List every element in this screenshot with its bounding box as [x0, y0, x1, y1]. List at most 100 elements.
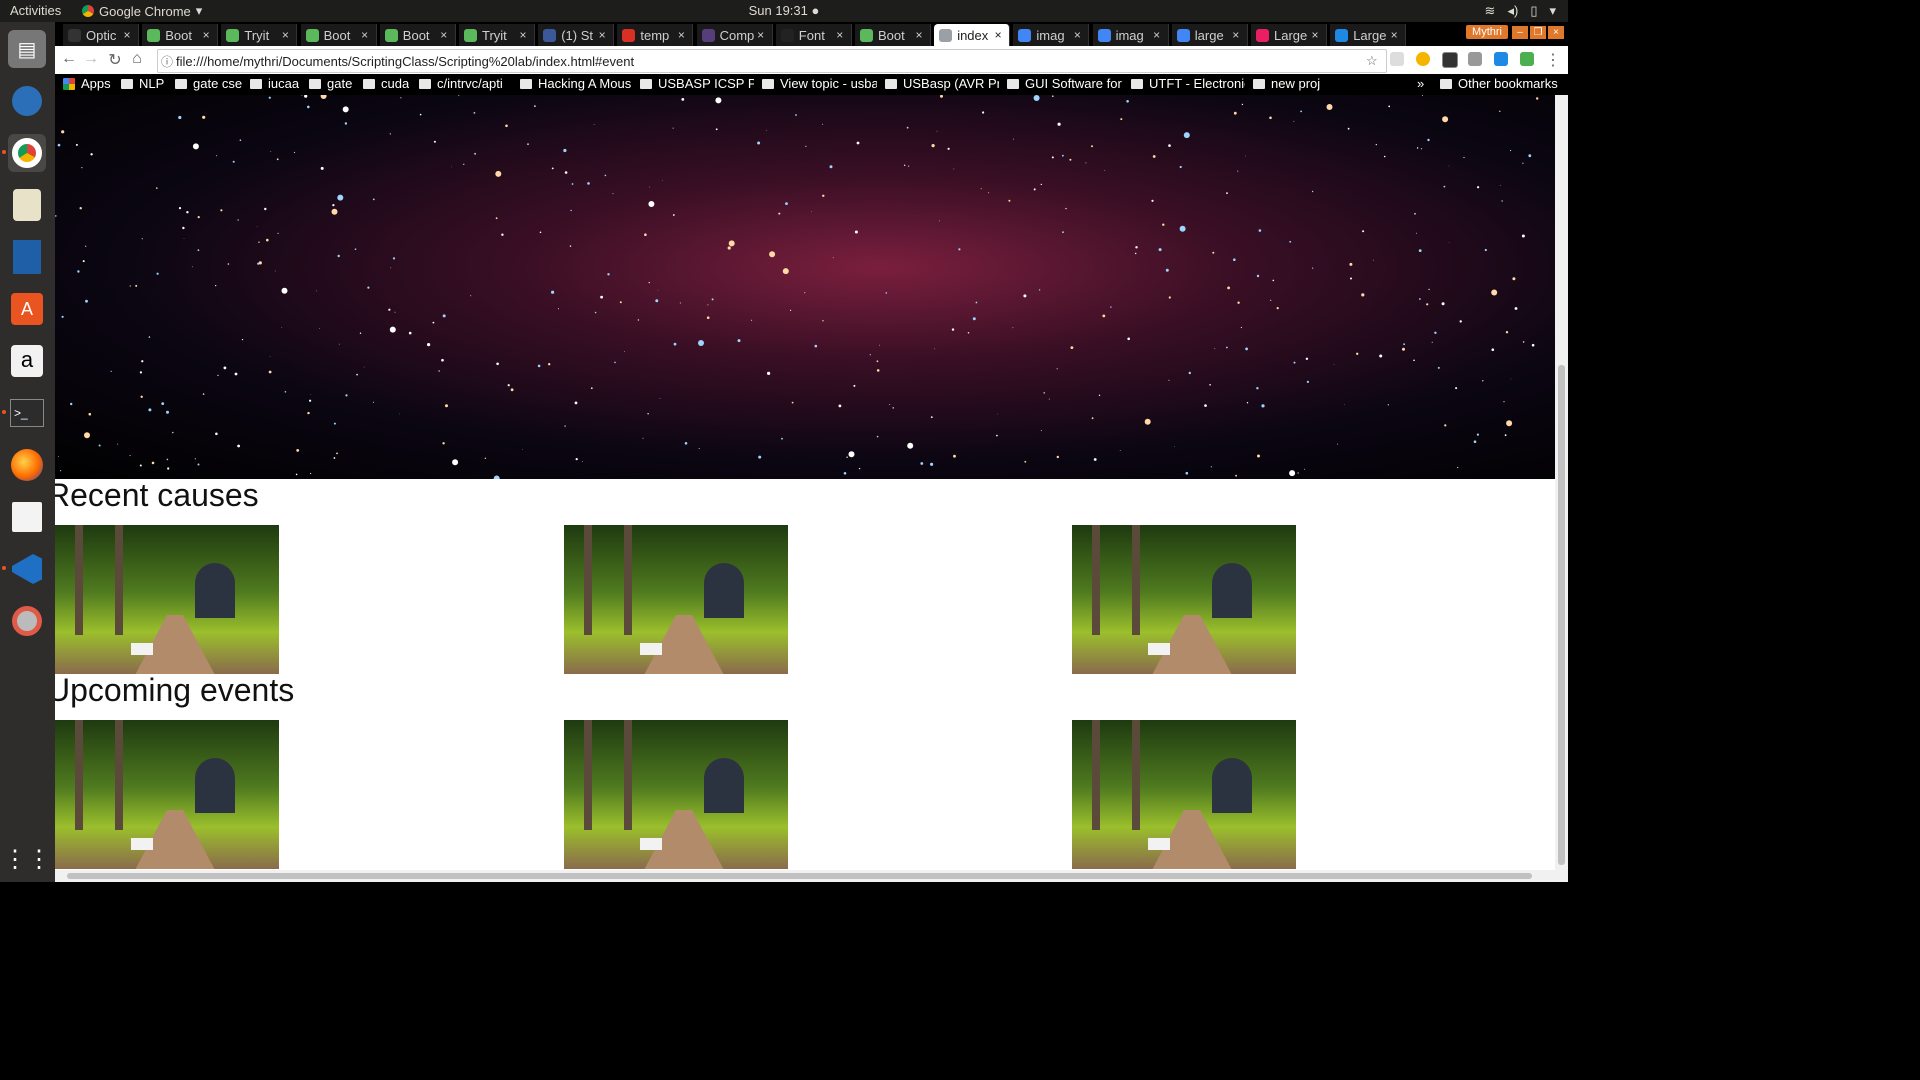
- vertical-scrollbar[interactable]: [1555, 95, 1568, 870]
- tab-14[interactable]: large ×: [1171, 24, 1248, 46]
- text-editor-icon[interactable]: [8, 498, 46, 536]
- horizontal-scroll-thumb[interactable]: [67, 873, 1532, 879]
- app-menu[interactable]: Google Chrome ▾: [82, 3, 202, 19]
- vscode-icon[interactable]: [8, 550, 46, 588]
- rhythmbox-icon[interactable]: [8, 186, 46, 224]
- tab-close-icon[interactable]: ×: [674, 28, 688, 42]
- bookmark-9[interactable]: View topic - usba: [762, 76, 877, 91]
- bookmarks-overflow-button[interactable]: »: [1417, 76, 1424, 91]
- tab-16[interactable]: Large ×: [1330, 24, 1407, 46]
- tab-close-icon[interactable]: ×: [754, 28, 768, 42]
- page-viewport: Recent causes Upcoming events: [55, 95, 1555, 870]
- tab-6[interactable]: (1) St ×: [538, 24, 615, 46]
- tab-0[interactable]: Optic ×: [63, 24, 139, 46]
- reload-icon[interactable]: ↻: [105, 50, 125, 70]
- star: [876, 435, 879, 438]
- tab-close-icon[interactable]: ×: [991, 28, 1005, 42]
- software-center-icon[interactable]: A: [8, 290, 46, 328]
- tab-close-icon[interactable]: ×: [595, 28, 609, 42]
- star: [1484, 248, 1487, 252]
- system-tray[interactable]: ≋ ◂) ▯ ▾: [1485, 3, 1556, 19]
- bookmark-12[interactable]: UTFT - Electronic: [1131, 76, 1245, 91]
- bookmark-11[interactable]: GUI Software for: [1007, 76, 1122, 91]
- tab-4[interactable]: Boot ×: [379, 24, 456, 46]
- star: [1033, 188, 1036, 191]
- tab-close-icon[interactable]: ×: [1229, 28, 1243, 42]
- back-icon[interactable]: ←: [59, 50, 79, 68]
- tab-10[interactable]: Boot ×: [855, 24, 931, 46]
- tab-12[interactable]: imag ×: [1013, 24, 1090, 46]
- bookmark-star-icon[interactable]: ☆: [1366, 53, 1386, 69]
- star: [757, 141, 761, 145]
- forward-icon[interactable]: →: [81, 50, 101, 68]
- chrome-icon[interactable]: [8, 134, 46, 172]
- files-icon[interactable]: ▤: [8, 30, 46, 68]
- writer-icon[interactable]: [8, 238, 46, 276]
- terminal-icon[interactable]: >_: [8, 394, 46, 432]
- tab-7[interactable]: temp ×: [617, 24, 694, 46]
- extension-c-icon[interactable]: [1416, 52, 1430, 66]
- amazon-icon[interactable]: a: [8, 342, 46, 380]
- tab-close-icon[interactable]: ×: [833, 28, 847, 42]
- tab-1[interactable]: Boot ×: [142, 24, 219, 46]
- address-bar[interactable]: ⓘ file:///home/mythri/Documents/Scriptin…: [157, 49, 1387, 73]
- tab-15[interactable]: Large ×: [1251, 24, 1327, 46]
- vertical-scroll-thumb[interactable]: [1558, 365, 1565, 865]
- extension-n-icon[interactable]: [1390, 52, 1404, 66]
- tab-5[interactable]: Tryit ×: [459, 24, 535, 46]
- profile-badge[interactable]: Mythri: [1466, 25, 1508, 39]
- settings-icon[interactable]: [8, 602, 46, 640]
- tab-close-icon[interactable]: ×: [1070, 28, 1084, 42]
- tab-13[interactable]: imag ×: [1092, 24, 1169, 46]
- bookmark-5[interactable]: cuda: [363, 76, 409, 91]
- restore-button[interactable]: ❐: [1530, 26, 1546, 39]
- extension-cc-icon[interactable]: [1468, 52, 1482, 66]
- tab-11[interactable]: index ×: [934, 24, 1011, 46]
- tab-9[interactable]: Font ×: [775, 24, 852, 46]
- tab-2[interactable]: Tryit ×: [221, 24, 298, 46]
- bookmark-3[interactable]: iucaa: [250, 76, 299, 91]
- clock[interactable]: Sun 19:31 ●: [0, 3, 1568, 18]
- extension-drive-icon[interactable]: [1520, 52, 1534, 66]
- extension-s-icon[interactable]: [1494, 52, 1508, 66]
- tab-close-icon[interactable]: ×: [120, 28, 134, 42]
- bookmark-10[interactable]: USBasp (AVR Pro: [885, 76, 999, 91]
- close-window-button[interactable]: ×: [1548, 26, 1564, 39]
- bookmark-1[interactable]: NLP: [121, 76, 164, 91]
- firefox-icon[interactable]: [8, 446, 46, 484]
- horizontal-scrollbar[interactable]: [55, 870, 1568, 882]
- star: [202, 115, 206, 119]
- tab-3[interactable]: Boot ×: [300, 24, 377, 46]
- minimize-button[interactable]: –: [1512, 26, 1528, 39]
- bookmark-8[interactable]: USBASP ICSP Pro: [640, 76, 754, 91]
- tab-close-icon[interactable]: ×: [516, 28, 530, 42]
- bookmark-13[interactable]: new proj: [1253, 76, 1320, 91]
- bookmark-6[interactable]: c/intrvc/apti: [419, 76, 503, 91]
- tab-close-icon[interactable]: ×: [912, 28, 926, 42]
- home-icon[interactable]: ⌂: [127, 50, 147, 68]
- bookmark-0[interactable]: Apps: [63, 76, 111, 91]
- extension-square-icon[interactable]: [1442, 52, 1458, 68]
- tab-close-icon[interactable]: ×: [278, 28, 292, 42]
- info-icon[interactable]: ⓘ: [158, 53, 176, 70]
- tab-8[interactable]: Comp ×: [696, 24, 773, 46]
- bookmark-label: iucaa: [268, 76, 300, 91]
- thunderbird-icon[interactable]: [8, 82, 46, 120]
- tab-close-icon[interactable]: ×: [358, 28, 372, 42]
- tab-close-icon[interactable]: ×: [1387, 28, 1401, 42]
- bookmark-4[interactable]: gate: [309, 76, 352, 91]
- show-applications-icon[interactable]: ⋮⋮: [3, 840, 51, 878]
- tab-label: Tryit: [244, 27, 270, 43]
- tab-favicon-icon: [1097, 28, 1111, 42]
- tab-close-icon[interactable]: ×: [199, 28, 213, 42]
- bookmark-7[interactable]: Hacking A Mous: [520, 76, 631, 91]
- other-bookmarks-button[interactable]: Other bookmarks: [1440, 76, 1558, 91]
- tab-close-icon[interactable]: ×: [1150, 28, 1164, 42]
- tab-favicon-icon: [1018, 28, 1032, 42]
- activities-button[interactable]: Activities: [10, 3, 61, 18]
- kebab-menu-icon[interactable]: ⋮: [1543, 50, 1563, 70]
- tab-close-icon[interactable]: ×: [437, 28, 451, 42]
- star: [270, 151, 272, 152]
- tab-close-icon[interactable]: ×: [1308, 28, 1322, 42]
- bookmark-2[interactable]: gate cse: [175, 76, 242, 91]
